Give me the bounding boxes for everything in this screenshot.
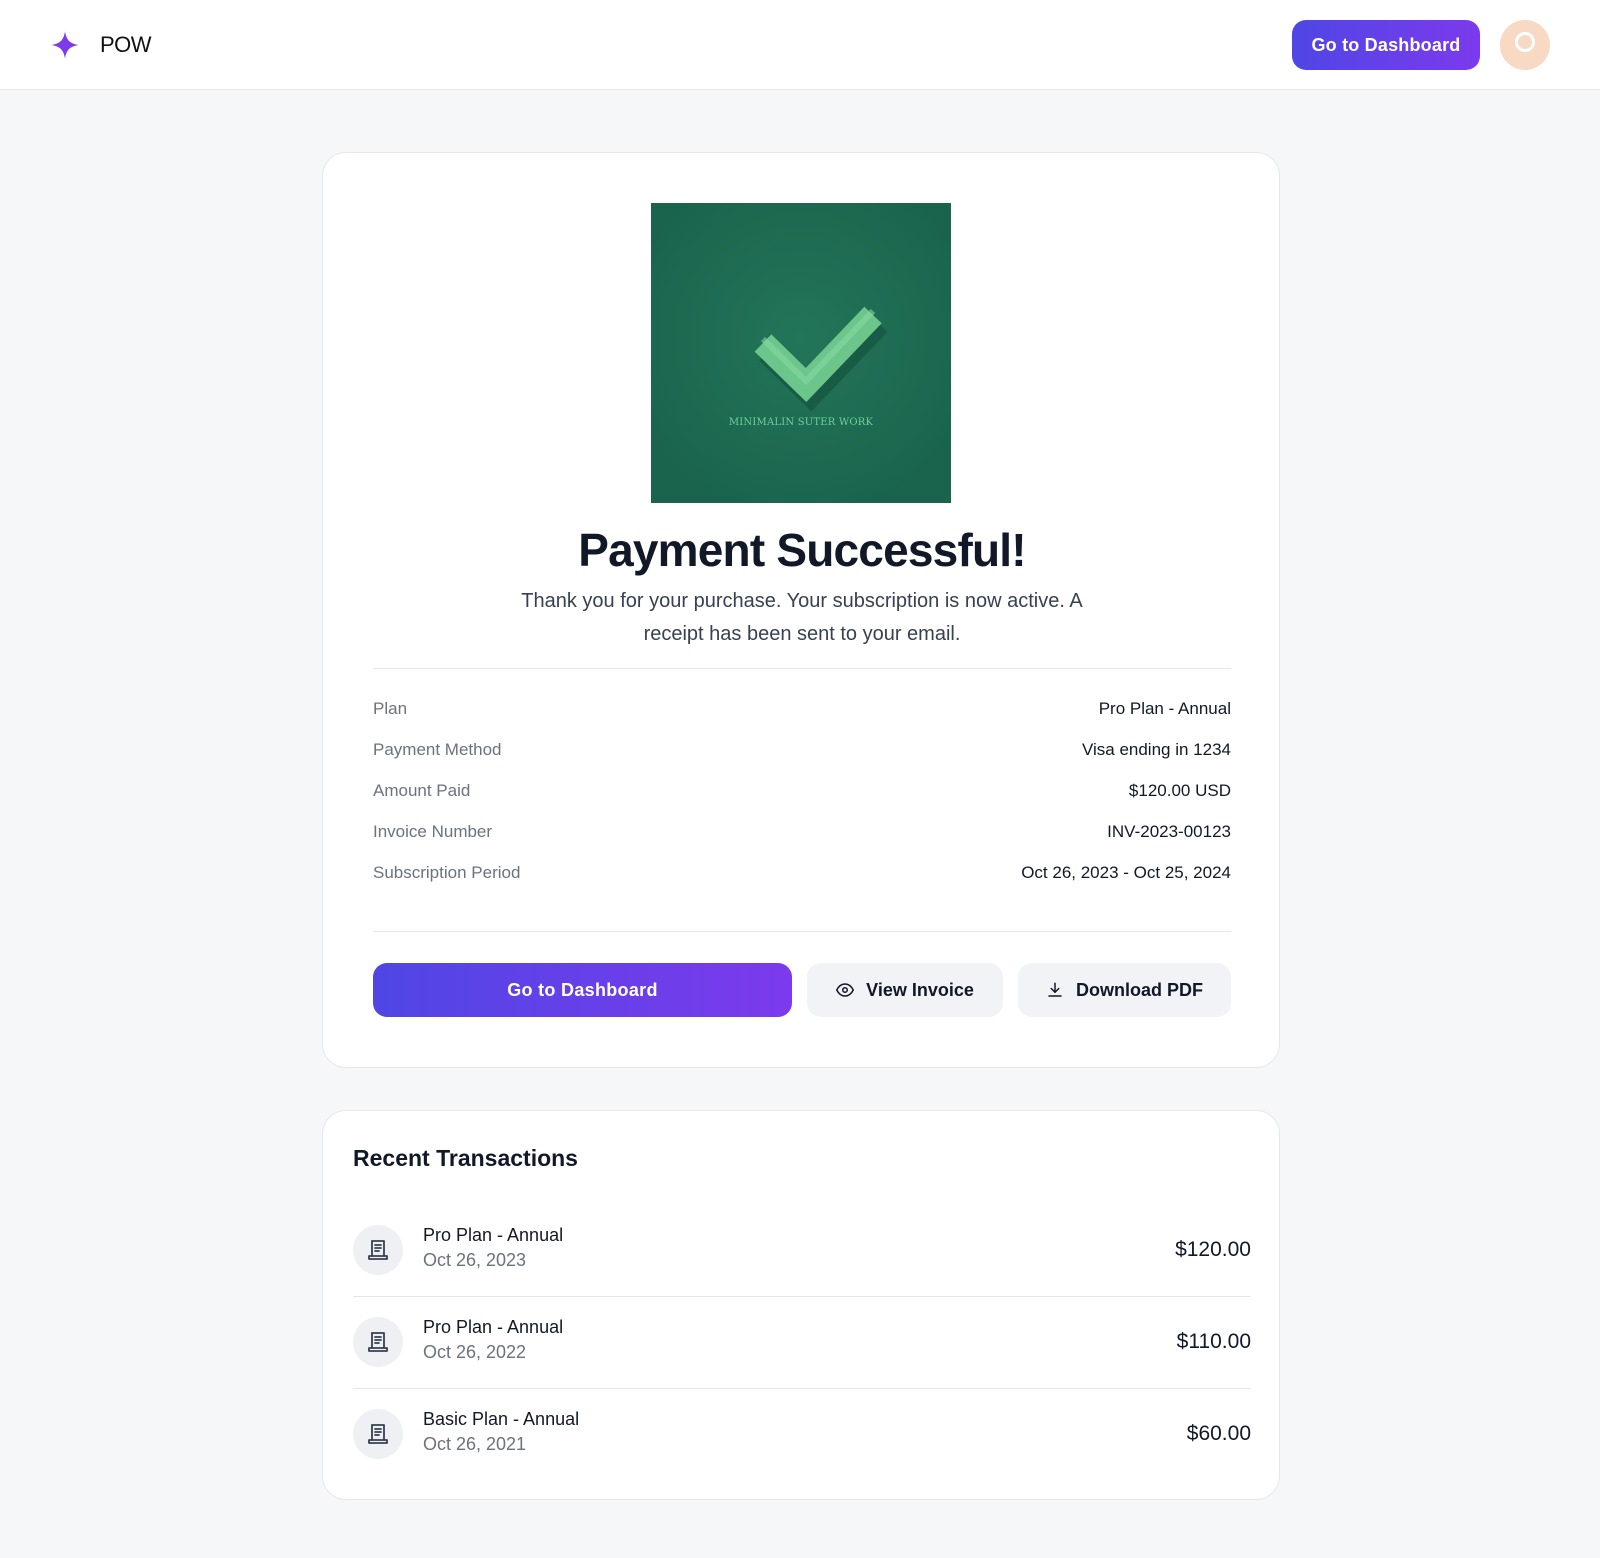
detail-value: Oct 26, 2023 - Oct 25, 2024 bbox=[1021, 863, 1231, 882]
transaction-date: Oct 26, 2022 bbox=[423, 1342, 527, 1362]
detail-row-plan: Plan Pro Plan - Annual bbox=[373, 699, 1231, 740]
recent-transactions-card: Recent Transactions Pro Plan - Annual Oc… bbox=[322, 1110, 1280, 1500]
avatar[interactable] bbox=[1500, 20, 1550, 70]
divider bbox=[373, 931, 1231, 932]
divider bbox=[373, 668, 1231, 669]
download-icon bbox=[1048, 982, 1062, 997]
transaction-date: Oct 26, 2023 bbox=[423, 1250, 527, 1270]
transaction-amount: $120.00 bbox=[1175, 1238, 1251, 1261]
payment-success-card: MINIMALIN SUTER WORK Payment Successful!… bbox=[322, 152, 1280, 1068]
success-illustration: MINIMALIN SUTER WORK bbox=[651, 203, 951, 503]
transaction-date: Oct 26, 2021 bbox=[423, 1434, 527, 1454]
receipt-icon-badge bbox=[353, 1409, 403, 1459]
transaction-row[interactable]: Pro Plan - Annual Oct 26, 2023 $120.00 bbox=[353, 1205, 1251, 1297]
header-dashboard-button[interactable]: Go to Dashboard bbox=[1292, 20, 1480, 70]
detail-value: Pro Plan - Annual bbox=[1098, 699, 1231, 718]
transaction-list: Pro Plan - Annual Oct 26, 2023 $120.00 P… bbox=[353, 1205, 1251, 1481]
receipt-icon bbox=[368, 1332, 388, 1352]
brand[interactable]: POW bbox=[50, 28, 152, 62]
go-to-dashboard-button[interactable]: Go to Dashboard bbox=[373, 963, 792, 1017]
detail-value: INV-2023-00123 bbox=[1107, 822, 1231, 841]
download-pdf-button[interactable]: Download PDF bbox=[1018, 963, 1231, 1017]
detail-value: $120.00 USD bbox=[1128, 781, 1231, 800]
receipt-icon bbox=[368, 1240, 388, 1260]
detail-row-payment-method: Payment Method Visa ending in 1234 bbox=[373, 740, 1231, 781]
section-title: Recent Transactions bbox=[353, 1145, 578, 1171]
detail-label: Plan bbox=[373, 699, 408, 718]
checkmark-icon bbox=[651, 203, 951, 503]
illustration-caption: MINIMALIN SUTER WORK bbox=[728, 417, 874, 428]
transaction-name: Basic Plan - Annual bbox=[423, 1409, 580, 1429]
eye-icon bbox=[836, 983, 855, 997]
avatar-ring bbox=[1515, 32, 1535, 52]
detail-label: Payment Method bbox=[373, 740, 502, 759]
detail-row-amount-paid: Amount Paid $120.00 USD bbox=[373, 781, 1231, 822]
top-navigation-bar: POW Go to Dashboard bbox=[0, 0, 1600, 90]
transaction-name: Pro Plan - Annual bbox=[423, 1317, 564, 1337]
payment-details: Plan Pro Plan - Annual Payment Method Vi… bbox=[373, 699, 1231, 904]
receipt-icon-badge bbox=[353, 1317, 403, 1367]
transaction-row[interactable]: Basic Plan - Annual Oct 26, 2021 $60.00 bbox=[353, 1389, 1251, 1481]
transaction-amount: $110.00 bbox=[1176, 1330, 1251, 1353]
detail-value: Visa ending in 1234 bbox=[1081, 740, 1231, 759]
download-pdf-label: Download PDF bbox=[1076, 979, 1203, 1000]
detail-label: Amount Paid bbox=[373, 781, 471, 800]
transaction-row[interactable]: Pro Plan - Annual Oct 26, 2022 $110.00 bbox=[353, 1297, 1251, 1389]
receipt-icon bbox=[368, 1424, 388, 1444]
transaction-amount: $60.00 bbox=[1186, 1422, 1251, 1445]
brand-name: POW bbox=[100, 32, 152, 57]
detail-label: Subscription Period bbox=[373, 863, 521, 882]
confirmation-message: Thank you for your purchase. Your subscr… bbox=[521, 590, 1083, 645]
receipt-icon-badge bbox=[353, 1225, 403, 1275]
view-invoice-label: View Invoice bbox=[866, 979, 974, 1000]
page-title: Payment Successful! bbox=[578, 524, 1026, 576]
detail-row-subscription-period: Subscription Period Oct 26, 2023 - Oct 2… bbox=[373, 863, 1231, 904]
sparkle-icon bbox=[51, 31, 79, 59]
detail-label: Invoice Number bbox=[373, 822, 493, 841]
transaction-name: Pro Plan - Annual bbox=[423, 1225, 564, 1245]
view-invoice-button[interactable]: View Invoice bbox=[807, 963, 1003, 1017]
detail-row-invoice-number: Invoice Number INV-2023-00123 bbox=[373, 822, 1231, 863]
